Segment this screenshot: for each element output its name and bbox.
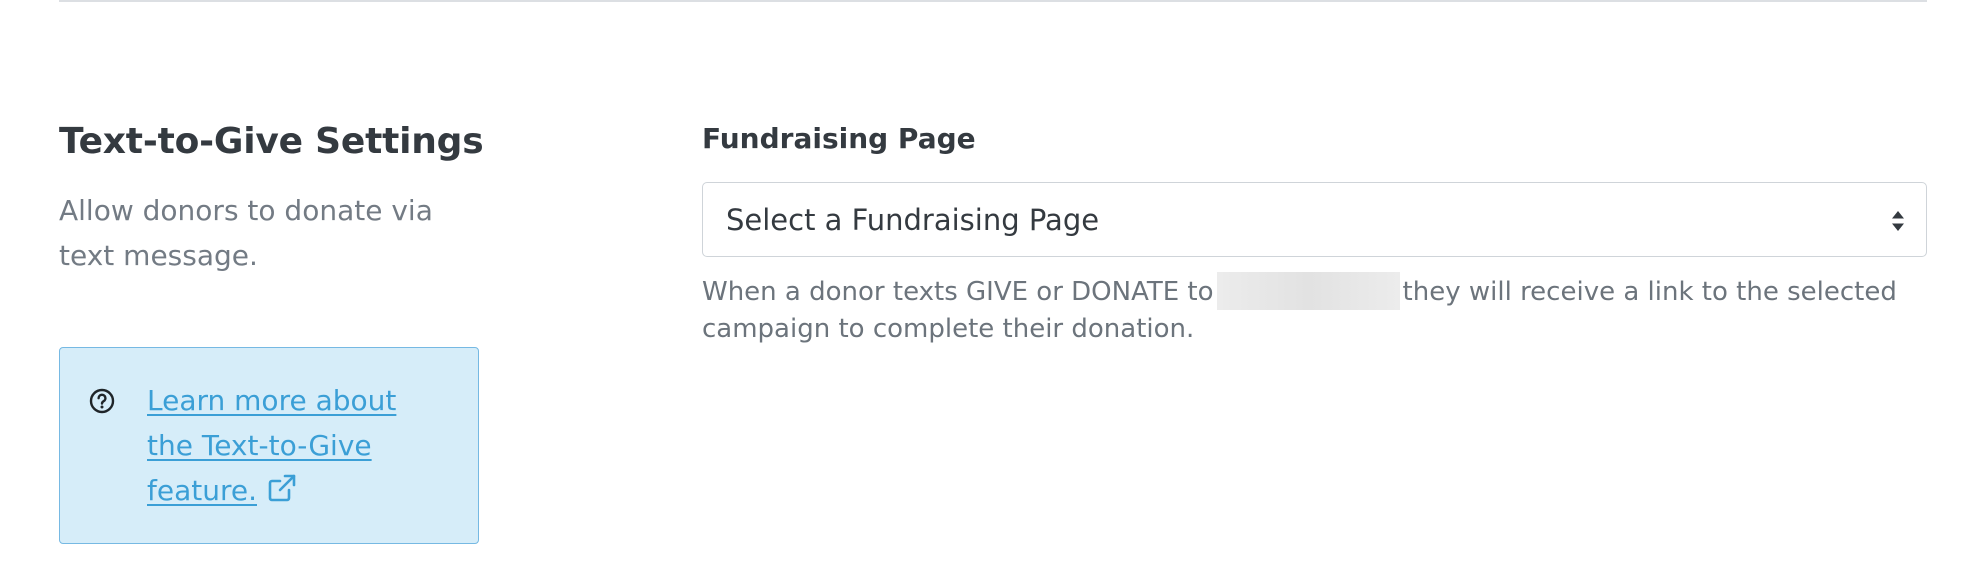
fundraising-page-select[interactable]: Select a Fundraising Page	[702, 182, 1927, 257]
info-box: Learn more about the Text-to-Give featur…	[59, 347, 479, 544]
external-link-icon	[268, 474, 296, 502]
question-circle-icon	[89, 388, 115, 414]
select-arrows-icon	[1892, 211, 1904, 231]
section-description: Allow donors to donate via text message.	[59, 194, 433, 272]
fundraising-page-select-value: Select a Fundraising Page	[726, 203, 1100, 237]
learn-more-link[interactable]: Learn more about the Text-to-Give featur…	[147, 378, 437, 513]
fundraising-page-label: Fundraising Page	[702, 122, 976, 155]
fundraising-page-help-text: When a donor texts GIVE or DONATE to they…	[702, 272, 1927, 348]
section-intro: Text-to-Give Settings Allow donors to do…	[59, 118, 489, 278]
top-divider	[59, 0, 1927, 2]
fundraising-page-field: Fundraising Page Select a Fundraising Pa…	[702, 118, 1927, 344]
redacted-phone-number	[1216, 272, 1400, 310]
section-title: Text-to-Give Settings	[59, 121, 484, 162]
help-text-before: When a donor texts GIVE or DONATE to	[702, 277, 1214, 307]
